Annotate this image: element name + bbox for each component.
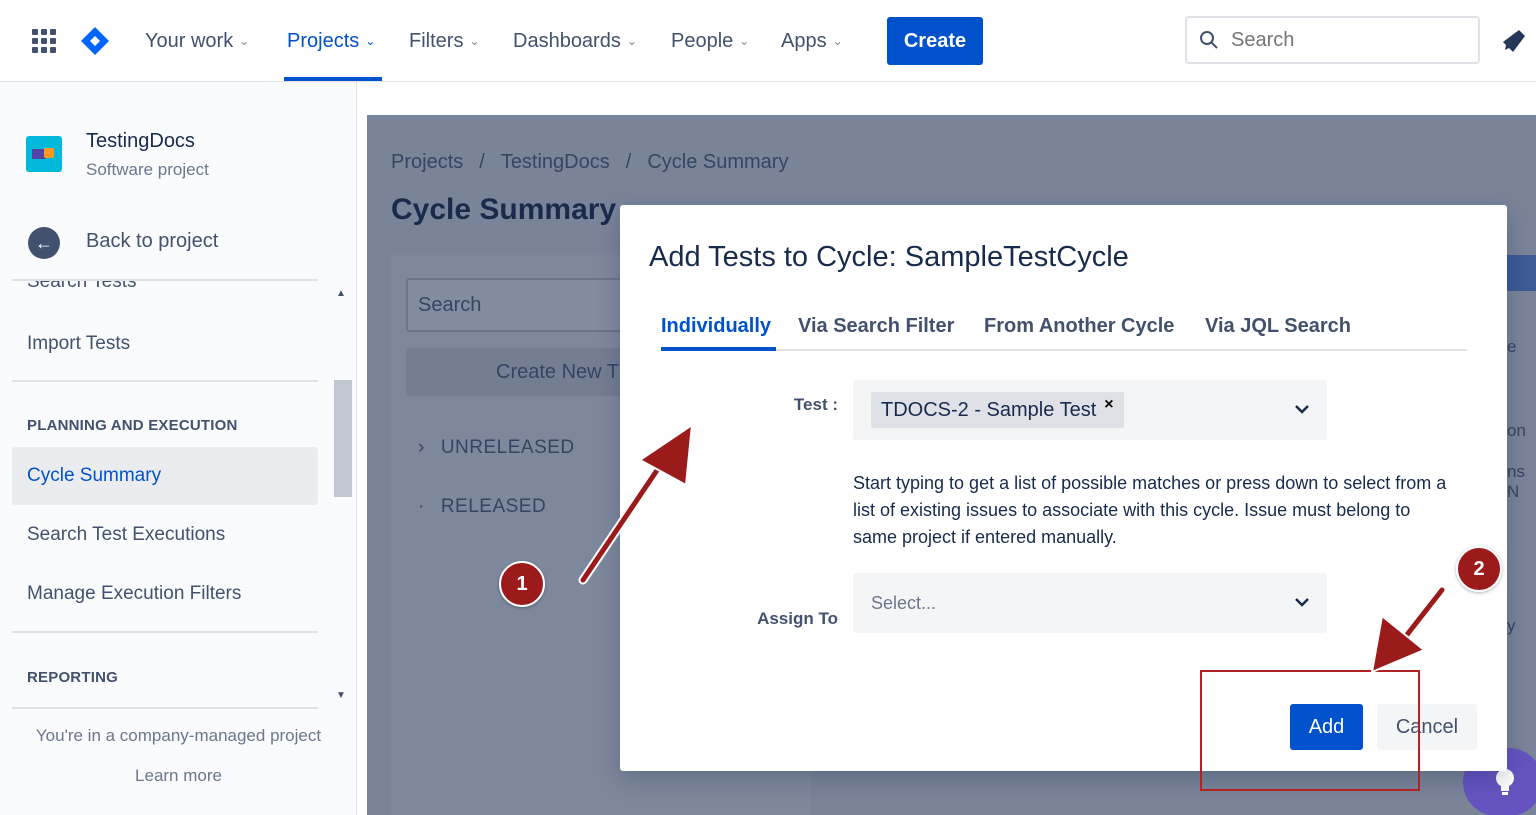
menu-icon[interactable] [1505,255,1536,291]
breadcrumb-project[interactable]: TestingDocs [501,151,610,174]
breadcrumb-separator: / [479,151,485,173]
test-help-text: Start typing to get a list of possible m… [853,473,1447,547]
nav-people[interactable]: People ⌄ [671,26,749,56]
top-navigation: Your work ⌄ Projects ⌄ Filters ⌄ Dashboards… [0,0,1536,82]
chevron-down-icon: ⌄ [739,34,750,48]
app-switcher-icon[interactable] [32,29,56,53]
back-to-project-link[interactable]: Back to project [86,230,218,253]
page-title: Cycle Summary [391,193,617,226]
sidebar-item-import-tests[interactable]: Import Tests [12,315,318,373]
assign-to-label: Assign To [757,609,838,628]
create-button[interactable]: Create [887,17,983,65]
create-new-cycle-button[interactable]: Create New T [406,348,636,396]
breadcrumb: Projects / TestingDocs / Cycle Summary [391,151,788,174]
search-input[interactable] [1231,28,1451,52]
breadcrumb-current[interactable]: Cycle Summary [647,151,788,174]
expand-chevron-icon[interactable]: › [418,437,425,459]
active-tab-indicator [661,347,776,351]
sidebar-divider [12,707,318,709]
chevron-down-icon[interactable] [1293,593,1311,611]
breadcrumb-projects[interactable]: Projects [391,151,463,174]
test-select[interactable]: TDOCS-2 - Sample Test × [853,380,1327,440]
remove-chip-icon[interactable]: × [1104,396,1113,414]
clipped-text: on [1507,421,1526,440]
chevron-down-icon[interactable] [1293,400,1311,418]
tab-via-search-filter[interactable]: Via Search Filter [798,315,954,351]
bullet-icon: · [418,496,425,517]
sidebar-divider [12,631,318,633]
selected-test-chip: TDOCS-2 - Sample Test × [871,392,1124,428]
sidebar-scrollbar[interactable]: ▲ ▼ [331,282,355,712]
sidebar-item-cycle-summary[interactable]: Cycle Summary [12,447,318,505]
annotation-highlight-box [1200,670,1420,791]
sidebar-scroll-area: Search Tests Import Tests PLANNING AND E… [0,279,356,712]
scroll-up-arrow-icon[interactable]: ▲ [336,288,346,299]
tree-node-unreleased[interactable]: › UNRELEASED [418,437,575,459]
chevron-down-icon: ⌄ [469,34,480,48]
nav-apps[interactable]: Apps ⌄ [781,26,843,56]
project-name[interactable]: TestingDocs [86,130,195,153]
lightbulb-icon [1496,769,1514,795]
global-search[interactable] [1185,16,1480,64]
notifications-icon[interactable] [1499,28,1527,54]
nav-your-work[interactable]: Your work ⌄ [145,26,249,56]
nav-dashboards[interactable]: Dashboards ⌄ [513,26,637,56]
tab-from-another-cycle[interactable]: From Another Cycle [984,315,1174,351]
chevron-down-icon: ⌄ [832,34,843,48]
section-heading-planning: PLANNING AND EXECUTION [27,417,238,434]
sidebar-item-search-test-executions[interactable]: Search Test Executions [12,506,318,564]
scroll-down-arrow-icon[interactable]: ▼ [336,690,346,701]
chevron-down-icon: ⌄ [626,34,637,48]
clipped-text: y [1507,616,1516,635]
section-heading-reporting: REPORTING [27,669,118,686]
back-arrow-icon[interactable]: ← [28,227,60,259]
step-badge-2: 2 [1456,546,1502,592]
company-managed-note: You're in a company-managed project [35,726,322,745]
chevron-down-icon: ⌄ [239,34,250,48]
nav-projects[interactable]: Projects ⌄ [287,26,375,56]
project-sidebar: TestingDocs Software project ← Back to p… [0,82,357,815]
tab-bar: Individually Via Search Filter From Anot… [661,313,1467,351]
dialog-title: Add Tests to Cycle: SampleTestCycle [649,241,1129,273]
nav-filters[interactable]: Filters ⌄ [409,26,480,56]
sidebar-divider [12,380,318,382]
breadcrumb-separator: / [625,151,632,173]
step-badge-1: 1 [499,561,545,607]
sidebar-item-search-tests[interactable]: Search Tests [12,279,318,311]
chevron-down-icon: ⌄ [365,34,376,48]
assign-to-select[interactable]: Select... [853,573,1327,633]
active-nav-indicator [284,77,382,81]
jira-logo-icon[interactable] [80,26,110,56]
tree-node-released[interactable]: · RELEASED [418,496,546,518]
clipped-text: ns N [1507,462,1525,501]
cycle-search-input[interactable]: Search [406,278,636,332]
search-icon [1200,31,1218,49]
project-type: Software project [86,160,209,179]
tab-individually[interactable]: Individually [661,315,771,351]
test-field-label: Test : [793,395,838,414]
assign-placeholder: Select... [871,592,937,613]
project-avatar-icon [26,136,62,172]
learn-more-link[interactable]: Learn more [0,766,356,786]
sidebar-item-manage-execution-filters[interactable]: Manage Execution Filters [12,565,318,623]
tab-via-jql-search[interactable]: Via JQL Search [1205,315,1351,351]
scrollbar-thumb[interactable] [334,380,352,497]
sidebar-divider [12,279,318,281]
clipped-text: e [1507,337,1517,356]
